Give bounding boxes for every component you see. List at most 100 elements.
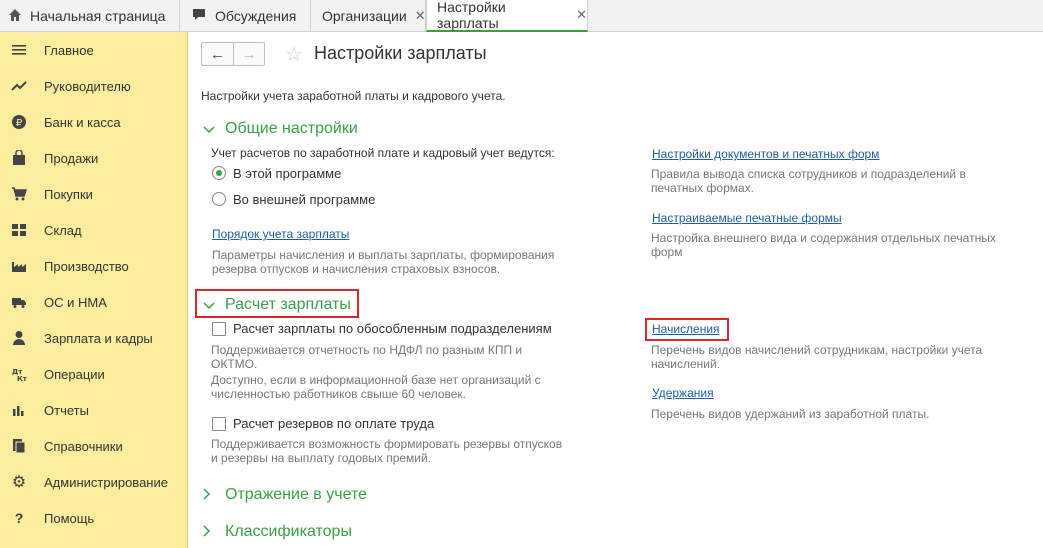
- person-icon: [11, 330, 27, 346]
- menu-lines-icon: [11, 42, 27, 58]
- note: Параметры начисления и выплаты зарплаты,…: [212, 248, 555, 262]
- main-content: ← → ☆ Настройки зарплаты Настройки учета…: [189, 32, 1043, 548]
- sidebar-item-assets[interactable]: ОС и НМА: [0, 284, 188, 320]
- sidebar-item-label: ОС и НМА: [44, 294, 107, 310]
- sidebar-item-purchases[interactable]: Покупки: [0, 176, 188, 212]
- sidebar-item-label: Банк и касса: [44, 114, 121, 130]
- link-custom-print-forms[interactable]: Настраиваемые печатные формы: [652, 211, 842, 225]
- sidebar: Главное Руководителю ₽ Банк и касса Прод…: [0, 32, 188, 548]
- tab-home[interactable]: Начальная страница: [0, 0, 180, 32]
- chat-icon: [191, 8, 207, 25]
- note: Перечень видов начислений сотрудникам, н…: [651, 343, 983, 357]
- warehouse-grid-icon: [11, 222, 27, 238]
- radio-external-program[interactable]: [212, 192, 226, 206]
- sidebar-item-label: Отчеты: [44, 402, 89, 418]
- note: Правила вывода списка сотрудников и подр…: [651, 167, 966, 181]
- section-classifiers-header[interactable]: Классификаторы: [203, 523, 352, 541]
- chevron-right-icon: [203, 487, 219, 503]
- factory-icon: [11, 258, 27, 274]
- accounting-question: Учет расчетов по заработной плате и кадр…: [211, 146, 555, 160]
- sidebar-item-help[interactable]: ? Помощь: [0, 500, 188, 536]
- note: ОКТМО.: [211, 357, 258, 371]
- checkbox-separate-divisions[interactable]: [212, 322, 226, 336]
- sidebar-item-label: Справочники: [44, 438, 123, 454]
- home-icon: [8, 8, 22, 25]
- note: и резервы на выплату годовых премий.: [211, 451, 432, 465]
- tab-bar: Начальная страница Обсуждения Организаци…: [0, 0, 1043, 32]
- sidebar-item-label: Администрирование: [44, 474, 168, 490]
- shopping-bag-icon: [11, 150, 27, 166]
- link-accruals[interactable]: Начисления: [652, 322, 720, 336]
- nav-buttons: ← →: [201, 42, 265, 66]
- page-subtitle: Настройки учета заработной платы и кадро…: [201, 89, 506, 103]
- tab-salary-settings[interactable]: Настройки зарплаты ✕: [426, 0, 588, 32]
- forward-button[interactable]: →: [232, 43, 264, 65]
- note: печатных формах.: [651, 181, 754, 195]
- note: форм: [651, 245, 683, 259]
- tab-label: Настройки зарплаты: [437, 0, 506, 31]
- back-button[interactable]: ←: [202, 43, 233, 65]
- svg-text:₽: ₽: [16, 118, 23, 129]
- sidebar-item-production[interactable]: Производство: [0, 248, 188, 284]
- sidebar-item-sales[interactable]: Продажи: [0, 140, 188, 176]
- note: Поддерживается возможность формировать р…: [211, 437, 563, 451]
- radio-label: Во внешней программе: [233, 192, 376, 207]
- chevron-down-icon: [203, 297, 219, 313]
- close-icon[interactable]: ✕: [576, 7, 587, 23]
- tab-label: Обсуждения: [215, 8, 297, 24]
- sidebar-item-label: Производство: [44, 258, 129, 274]
- section-title: Общие настройки: [225, 120, 358, 137]
- chevron-right-icon: [203, 524, 219, 540]
- section-title: Классификаторы: [225, 523, 352, 540]
- chevron-down-icon: [203, 121, 219, 137]
- sidebar-item-label: Покупки: [44, 186, 93, 202]
- tab-label: Начальная страница: [30, 8, 166, 24]
- section-general-header[interactable]: Общие настройки: [203, 120, 358, 138]
- radio-this-program[interactable]: [212, 166, 226, 180]
- sidebar-item-manager[interactable]: Руководителю: [0, 68, 188, 104]
- checkbox-label: Расчет зарплаты по обособленным подразде…: [233, 321, 552, 336]
- sidebar-item-reports[interactable]: Отчеты: [0, 392, 188, 428]
- trend-icon: [11, 78, 27, 94]
- link-salary-accounting-order[interactable]: Порядок учета зарплаты: [212, 227, 349, 241]
- page-title: Настройки зарплаты: [314, 43, 487, 63]
- ruble-coin-icon: ₽: [11, 114, 27, 130]
- tab-organizations[interactable]: Организации ✕: [312, 0, 426, 32]
- section-payroll-header[interactable]: Расчет зарплаты: [203, 296, 351, 314]
- note: Доступно, если в информационной базе нет…: [211, 373, 541, 387]
- sidebar-item-label: Главное: [44, 42, 94, 58]
- sidebar-item-label: Помощь: [44, 510, 95, 526]
- note: Поддерживается отчетность по НДФЛ по раз…: [211, 343, 523, 357]
- sidebar-item-main[interactable]: Главное: [0, 32, 188, 68]
- note: численностью работников свыше 60 человек…: [211, 387, 467, 401]
- sidebar-item-label: Зарплата и кадры: [44, 330, 153, 346]
- sidebar-item-bank[interactable]: ₽ Банк и касса: [0, 104, 188, 140]
- section-accounting-reflection-header[interactable]: Отражение в учете: [203, 486, 367, 504]
- section-title: Расчет зарплаты: [225, 296, 351, 313]
- sidebar-item-warehouse[interactable]: Склад: [0, 212, 188, 248]
- radio-label: В этой программе: [233, 166, 342, 181]
- section-title: Отражение в учете: [225, 486, 367, 503]
- note: начислений.: [651, 357, 721, 371]
- sidebar-item-salary-hr[interactable]: Зарплата и кадры: [0, 320, 188, 356]
- sidebar-item-admin[interactable]: ⚙ Администрирование: [0, 464, 188, 500]
- sidebar-item-label: Продажи: [44, 150, 99, 166]
- note: Перечень видов удержаний из заработной п…: [651, 407, 930, 421]
- sidebar-item-label: Руководителю: [44, 78, 131, 94]
- sidebar-item-operations[interactable]: Дт Кт Операции: [0, 356, 188, 392]
- sidebar-item-label: Операции: [44, 366, 105, 382]
- close-icon[interactable]: ✕: [415, 8, 426, 24]
- tab-discussions[interactable]: Обсуждения: [181, 0, 311, 32]
- sidebar-item-directories[interactable]: Справочники: [0, 428, 188, 464]
- truck-icon: [11, 294, 27, 310]
- note: Настройка внешнего вида и содержания отд…: [651, 231, 996, 245]
- question-icon: ?: [14, 510, 24, 526]
- cart-icon: [11, 186, 27, 202]
- checkbox-labor-reserves[interactable]: [212, 417, 226, 431]
- gear-icon: ⚙: [11, 474, 27, 491]
- sidebar-item-label: Склад: [44, 222, 82, 238]
- link-documents-print-settings[interactable]: Настройки документов и печатных форм: [652, 147, 879, 161]
- checkbox-label: Расчет резервов по оплате труда: [233, 416, 435, 431]
- favorite-star-icon[interactable]: ☆: [285, 42, 303, 67]
- link-deductions[interactable]: Удержания: [652, 386, 714, 400]
